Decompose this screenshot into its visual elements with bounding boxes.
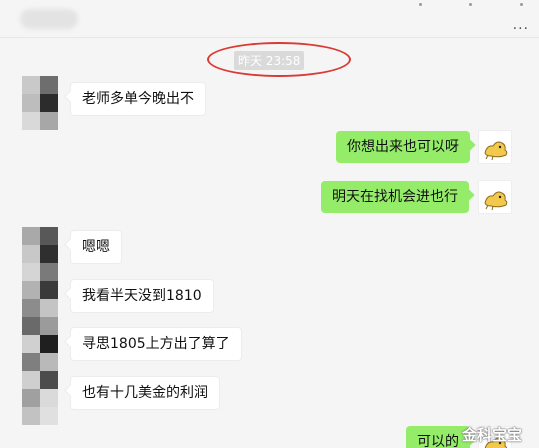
message-bubble-sent[interactable]: 可以的 — [406, 426, 470, 448]
avatar[interactable] — [22, 227, 58, 425]
message-bubble-received[interactable]: 老师多单今晚出不 — [70, 82, 206, 116]
avatar[interactable] — [22, 76, 58, 130]
message-bubble-received[interactable]: 寻思1805上方出了算了 — [70, 327, 242, 361]
message-bubble-received[interactable]: 也有十几美金的利润 — [70, 376, 220, 410]
chat-header: ··· — [0, 0, 539, 38]
contact-name-blurred — [20, 9, 78, 29]
more-dots-icon[interactable]: ··· — [513, 22, 529, 36]
avatar[interactable] — [478, 130, 512, 164]
message-bubble-sent[interactable]: 你想出来也可以呀 — [336, 131, 470, 163]
window-dot — [520, 3, 523, 6]
message-bubble-received[interactable]: 嗯嗯 — [70, 230, 122, 264]
message-bubble-sent[interactable]: 明天在找机会进也行 — [321, 181, 469, 213]
watermark: 金科宝宝 — [462, 426, 523, 444]
message-bubble-received[interactable]: 我看半天没到1810 — [70, 279, 214, 313]
avatar[interactable] — [478, 180, 512, 214]
cartoon-avatar-icon — [484, 191, 508, 211]
cartoon-avatar-icon — [484, 141, 508, 161]
window-dot — [469, 3, 472, 6]
annotation-circle — [207, 42, 351, 77]
window-dot — [419, 3, 422, 6]
